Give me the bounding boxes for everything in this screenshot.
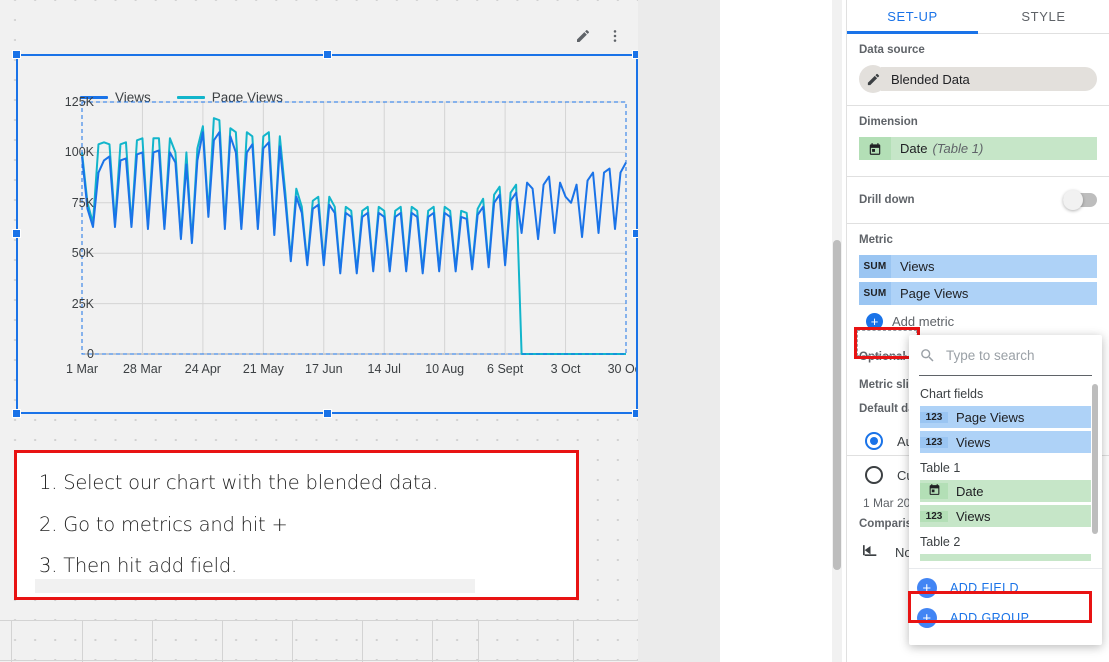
calendar-icon <box>920 483 948 499</box>
data-source-chip[interactable]: Blended Data <box>881 67 1097 91</box>
canvas-gutter <box>638 0 720 662</box>
metric-chip-views[interactable]: SUM Views <box>859 255 1097 278</box>
field-option-views[interactable]: 123 Views <box>920 431 1091 453</box>
selection-handle-sw[interactable] <box>12 409 21 418</box>
number-type-badge: 123 <box>920 411 948 423</box>
instruction-line: 1. Select our chart with the blended dat… <box>39 471 439 494</box>
panel-scrollbar-thumb[interactable] <box>833 240 841 570</box>
screen-root: Views Page Views 0 25K 50K 75K 100K 125K 1 Ma… <box>0 0 1109 662</box>
x-axis-tick: 28 Mar <box>122 362 162 376</box>
x-axis-tick: 17 Jun <box>305 362 343 376</box>
y-axis-tick: 0 <box>87 347 94 361</box>
metric-field-name: Views <box>900 259 935 274</box>
search-icon <box>919 347 936 364</box>
metric-chip-page-views[interactable]: SUM Page Views <box>859 282 1097 305</box>
metric-field-name: Page Views <box>900 286 969 301</box>
x-axis-tick: 6 Sept <box>487 362 524 376</box>
data-source-section: Data source Blended Data <box>847 34 1109 106</box>
add-field-highlight-box <box>908 591 1092 623</box>
compare-arrow-icon <box>863 544 883 561</box>
number-type-badge: 123 <box>920 510 948 522</box>
dimension-field-name: Date <box>900 141 928 156</box>
metric-title: Metric <box>859 234 893 246</box>
x-axis-tick: 24 Apr <box>184 362 221 376</box>
sum-badge: SUM <box>859 255 891 278</box>
chart-widget[interactable]: Views Page Views 0 25K 50K 75K 100K 125K 1 Ma… <box>16 18 645 414</box>
search-row[interactable] <box>909 335 1102 375</box>
data-source-title: Data source <box>859 44 925 56</box>
chart-toolbar <box>518 18 638 54</box>
radio-icon <box>865 466 883 484</box>
dropdown-scrollbar-thumb[interactable] <box>1092 384 1098 534</box>
instructions-textbox[interactable]: 1. Select our chart with the blended dat… <box>14 450 579 600</box>
search-input[interactable] <box>946 347 1092 363</box>
properties-panel: SET-UP STYLE Data source Blended Data Di… <box>846 0 1109 662</box>
dimension-qualifier: (Table 1) <box>932 141 984 156</box>
dimension-chip-date[interactable]: Date (Table 1) <box>859 137 1097 160</box>
textbox-inner-band <box>35 579 475 593</box>
field-group-header: Chart fields <box>920 387 984 401</box>
field-option-views[interactable]: 123 Views <box>920 505 1091 527</box>
x-axis-tick: 3 Oct <box>550 362 581 376</box>
data-source-row[interactable]: Blended Data <box>859 65 1097 93</box>
selection-handle-n[interactable] <box>323 50 332 59</box>
field-option-label: Views <box>956 434 991 450</box>
field-option-partial[interactable] <box>920 554 1091 561</box>
field-option-label: Page Views <box>956 409 1025 425</box>
drill-down-label: Drill down <box>859 194 915 206</box>
line-chart-plot: Views Page Views 0 25K 50K 75K 100K 125K 1 Ma… <box>32 54 645 414</box>
instruction-list: 1. Select our chart with the blended dat… <box>17 453 576 576</box>
pencil-icon[interactable] <box>572 25 594 47</box>
x-axis-tick: 14 Jul <box>367 362 401 376</box>
radio-icon <box>865 432 883 450</box>
instruction-line: 2. Go to metrics and hit + <box>39 512 288 536</box>
selection-handle-nw[interactable] <box>12 50 21 59</box>
more-vert-icon[interactable] <box>604 25 626 47</box>
table-skeleton <box>0 620 638 662</box>
tab-set-up[interactable]: SET-UP <box>847 0 978 34</box>
field-option-page-views[interactable]: 123 Page Views <box>920 406 1091 428</box>
x-axis-tick: 10 Aug <box>425 362 465 376</box>
x-axis-tick: 1 Mar <box>66 362 98 376</box>
field-list[interactable]: Chart fields 123 Page Views 123 Views Table 1… <box>909 376 1102 568</box>
drill-down-section: Drill down <box>847 177 1109 224</box>
calendar-icon <box>859 137 891 160</box>
number-type-badge: 123 <box>920 436 948 448</box>
field-option-label: Date <box>956 483 984 499</box>
selection-handle-s[interactable] <box>323 409 332 418</box>
y-axis-tick: 50K <box>71 246 94 261</box>
field-option-label: Views <box>956 508 991 524</box>
dimension-title: Dimension <box>859 116 918 128</box>
y-axis-tick: 75K <box>71 195 94 210</box>
toggle-knob <box>1063 190 1083 210</box>
y-axis-tick: 125K <box>64 95 94 109</box>
y-axis-tick: 100K <box>64 145 94 160</box>
report-canvas[interactable]: Views Page Views 0 25K 50K 75K 100K 125K 1 Ma… <box>0 0 720 662</box>
drill-down-toggle[interactable] <box>1063 190 1097 210</box>
selection-handle-w[interactable] <box>12 229 21 238</box>
instruction-line: 3. Then hit add field. <box>39 554 238 577</box>
metric-section: Metric SUM Views SUM Page Views + Add me… <box>847 224 1109 337</box>
x-axis-tick: 21 May <box>242 362 284 376</box>
field-group-header: Table 1 <box>920 461 961 475</box>
field-option-date[interactable]: Date <box>920 480 1091 502</box>
dimension-section: Dimension Date (Table 1) <box>847 106 1109 177</box>
sum-badge: SUM <box>859 282 891 305</box>
tab-style[interactable]: STYLE <box>978 0 1109 33</box>
chart-svg <box>81 101 627 355</box>
y-axis-tick: 25K <box>71 296 94 311</box>
field-group-header: Table 2 <box>920 535 961 549</box>
panel-tabs: SET-UP STYLE <box>847 0 1109 34</box>
